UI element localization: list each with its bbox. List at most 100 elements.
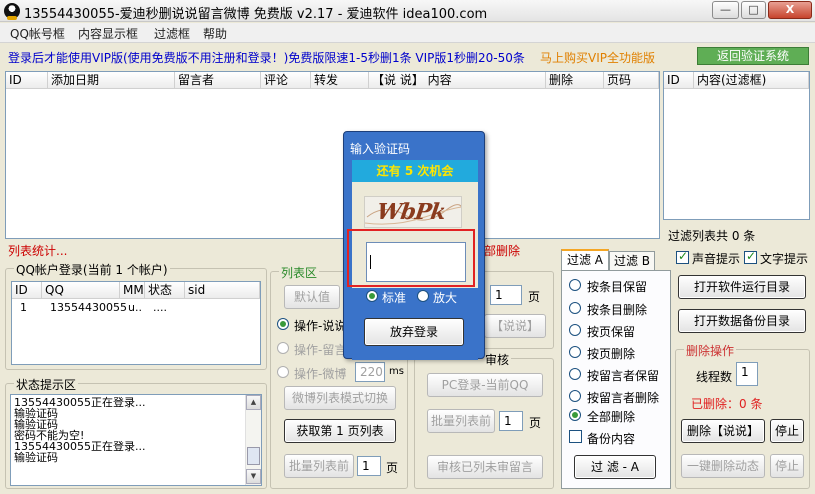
filter-col-content[interactable]: 内容(过滤框) — [694, 72, 809, 89]
table-row[interactable]: 1 13554430055 u.. .... — [12, 299, 260, 315]
keep-author-label: 按留言者保留 — [587, 369, 660, 383]
deleted-count: 已删除：0 条 — [691, 397, 763, 411]
scroll-thumb[interactable] — [247, 447, 260, 465]
open-run-dir-button[interactable]: 打开软件运行目录 — [678, 275, 806, 299]
audit-batch-button[interactable]: 批量列表前 — [427, 409, 495, 433]
audit-group-title: 审核 — [483, 351, 512, 368]
default-value-button[interactable]: 默认值 — [284, 285, 340, 309]
radio-keep-entry[interactable] — [569, 279, 581, 291]
maximize-icon: □ — [748, 3, 759, 16]
keep-entry-label: 按条目保留 — [587, 280, 648, 294]
radio-delete-author[interactable] — [569, 390, 581, 402]
remaining-chances: 还有 5 次机会 — [352, 160, 478, 182]
audit-messages-button[interactable]: 审核已列未审留言 — [427, 455, 543, 479]
menu-filter[interactable]: 过滤框 — [154, 25, 190, 42]
delete-page-label: 按页删除 — [587, 347, 636, 361]
account-group: QQ帐户登录(当前 1 个帐户) ID QQ MM 状态 sid 1 13554… — [5, 261, 267, 370]
col-date[interactable]: 添加日期 — [48, 72, 175, 89]
open-backup-dir-button[interactable]: 打开数据备份目录 — [678, 309, 806, 333]
delete-shuoshuo-button[interactable]: 删除【说说】 — [681, 419, 765, 443]
close-button[interactable]: X — [768, 1, 812, 19]
close-icon: X — [785, 3, 795, 16]
col-author[interactable]: 留言者 — [175, 72, 261, 89]
col-delete[interactable]: 删除 — [546, 72, 604, 89]
captcha-image[interactable]: WbPk — [364, 196, 462, 228]
radio-standard[interactable] — [366, 290, 378, 302]
acct-col-id[interactable]: ID — [12, 282, 42, 299]
status-log[interactable]: 13554430055正在登录... 输验证码 输验证码 密码不能为空! 135… — [10, 394, 262, 486]
maximize-button[interactable]: □ — [741, 1, 766, 19]
backup-label: 备份内容 — [587, 432, 636, 446]
status-group: 状态提示区 13554430055正在登录... 输验证码 输验证码 密码不能为… — [5, 376, 267, 489]
minimize-button[interactable]: — — [712, 1, 739, 19]
audit-batch-input[interactable]: 1 — [499, 411, 523, 431]
run-filter-button[interactable]: 过 滤 - A — [574, 455, 656, 479]
col-forward[interactable]: 转发 — [311, 72, 369, 89]
acct-col-qq[interactable]: QQ — [42, 282, 120, 299]
radio-keep-page[interactable] — [569, 324, 581, 336]
filter-list[interactable]: ID 内容(过滤框) — [663, 71, 810, 220]
backup-checkbox[interactable] — [569, 430, 582, 443]
acct-col-mm[interactable]: MM — [120, 282, 145, 299]
radio-delete-all[interactable] — [569, 409, 581, 421]
tab-filter-a[interactable]: 过滤 A — [561, 249, 609, 271]
sound-alert-checkbox[interactable] — [676, 249, 689, 264]
middle-page-unit: 页 — [528, 290, 541, 304]
captcha-dialog-title: 输入验证码 — [350, 142, 411, 156]
captcha-input-highlight — [347, 229, 475, 287]
status-scrollbar[interactable]: ▲ ▼ — [245, 395, 261, 485]
acct-col-sid[interactable]: sid — [185, 282, 260, 299]
scroll-down-icon[interactable]: ▼ — [246, 469, 261, 484]
minimize-icon: — — [720, 3, 731, 16]
text-alert-checkbox[interactable] — [744, 249, 757, 264]
weibo-unit: ms — [389, 366, 404, 377]
radio-op-liuyan[interactable] — [277, 342, 289, 354]
col-id[interactable]: ID — [6, 72, 48, 89]
filter-col-id[interactable]: ID — [664, 72, 694, 89]
threads-label: 线程数 — [696, 370, 733, 384]
menu-qq-account[interactable]: QQ帐号框 — [10, 25, 65, 42]
menu-help[interactable]: 帮助 — [203, 25, 227, 42]
op-liuyan-label: 操作-留言 — [294, 343, 347, 357]
fetch-page-button[interactable]: 获取第 1 页列表 — [284, 419, 396, 443]
threads-input[interactable]: 1 — [736, 362, 758, 386]
buy-vip-link[interactable]: 马上购买VIP全功能版 — [540, 49, 655, 66]
tab-filter-b[interactable]: 过滤 B — [609, 251, 655, 271]
one-click-delete-button[interactable]: 一键删除动态 — [681, 454, 765, 478]
content-list[interactable]: ID 添加日期 留言者 评论 转发 【说 说】 内容 删除 页码 — [5, 71, 660, 239]
radio-delete-entry[interactable] — [569, 302, 581, 314]
batch-list-button[interactable]: 批量列表前 — [284, 454, 354, 478]
filter-total: 过滤列表共 0 条 — [668, 229, 756, 243]
return-verify-button[interactable]: 返回验证系统 — [697, 47, 809, 65]
delete-shuoshuo-mid-button[interactable]: 【说说】 — [484, 314, 546, 338]
col-content[interactable]: 【说 说】 内容 — [369, 72, 546, 89]
radio-keep-author[interactable] — [569, 368, 581, 380]
radio-op-shuoshuo[interactable] — [277, 318, 289, 330]
menu-content-display[interactable]: 内容显示框 — [78, 25, 138, 42]
radio-zoom[interactable] — [417, 290, 429, 302]
weibo-interval-input[interactable]: 220 — [355, 362, 385, 382]
sound-alert-label: 声音提示 — [692, 252, 741, 266]
account-list[interactable]: ID QQ MM 状态 sid 1 13554430055 u.. .... — [11, 281, 261, 365]
col-page[interactable]: 页码 — [604, 72, 659, 89]
acct-row-id: 1 — [20, 301, 27, 314]
stop-button[interactable]: 停止 — [770, 419, 804, 443]
weibo-mode-toggle-button[interactable]: 微博列表模式切换 — [284, 386, 396, 410]
zoom-label: 放大 — [433, 291, 458, 305]
pc-login-button[interactable]: PC登录-当前QQ — [427, 373, 543, 397]
acct-row-mm: u.. — [128, 301, 142, 314]
scroll-up-icon[interactable]: ▲ — [246, 395, 261, 410]
delete-ops-title: 删除操作 — [684, 342, 737, 359]
delete-entry-label: 按条目删除 — [587, 303, 648, 317]
col-comments[interactable]: 评论 — [261, 72, 311, 89]
acct-col-status[interactable]: 状态 — [145, 282, 185, 299]
page-number-input[interactable]: 1 — [490, 285, 522, 305]
page-unit: 页 — [386, 461, 399, 475]
captcha-text: WbPk — [375, 199, 447, 225]
stop2-button[interactable]: 停止 — [770, 454, 804, 478]
give-up-login-button[interactable]: 放弃登录 — [364, 318, 464, 346]
radio-op-weibo[interactable] — [277, 366, 289, 378]
title-bar[interactable]: 13554430055-爱迪秒删说说留言微博 免费版 v2.17 - 爱迪软件 … — [0, 0, 815, 22]
batch-count-input[interactable]: 1 — [357, 456, 381, 476]
radio-delete-page[interactable] — [569, 346, 581, 358]
